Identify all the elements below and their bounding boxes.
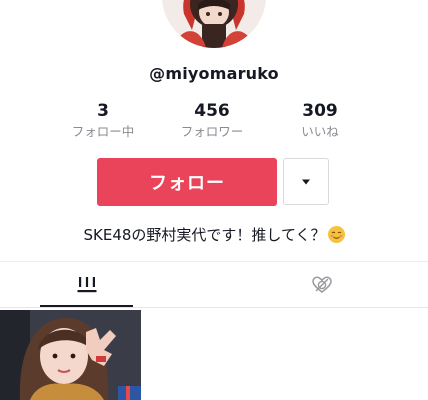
avatar-image xyxy=(162,0,266,48)
tab-videos[interactable] xyxy=(40,262,133,308)
stat-likes[interactable]: 309 いいね xyxy=(275,101,365,140)
more-options-button[interactable] xyxy=(283,158,329,205)
grid-icon xyxy=(77,277,96,293)
likes-label: いいね xyxy=(301,124,339,139)
following-label: フォロー中 xyxy=(71,124,135,139)
stat-followers[interactable]: 456 フォロワー xyxy=(167,101,257,140)
liked-videos-hidden-icon xyxy=(311,276,332,293)
video-thumbnail-image xyxy=(0,310,141,400)
caret-down-icon xyxy=(302,179,310,184)
following-count: 3 xyxy=(97,101,109,121)
bio-text: SKE48の野村実代です！推してく？ xyxy=(83,226,326,244)
bio: SKE48の野村実代です！推してく？ xyxy=(0,224,428,245)
video-thumbnail[interactable] xyxy=(0,310,141,400)
stat-following[interactable]: 3 フォロー中 xyxy=(58,101,148,140)
followers-label: フォロワー xyxy=(180,124,244,139)
follow-button-label: フォロー xyxy=(149,173,225,194)
avatar[interactable] xyxy=(162,0,266,48)
relieved-face-emoji-icon xyxy=(327,226,345,243)
likes-count: 309 xyxy=(302,101,338,121)
followers-count: 456 xyxy=(194,101,230,121)
follow-button[interactable]: フォロー xyxy=(97,158,277,206)
tabs-bottom-divider xyxy=(0,307,428,308)
username: @miyomaruko xyxy=(149,64,279,83)
tab-liked[interactable] xyxy=(275,262,368,308)
